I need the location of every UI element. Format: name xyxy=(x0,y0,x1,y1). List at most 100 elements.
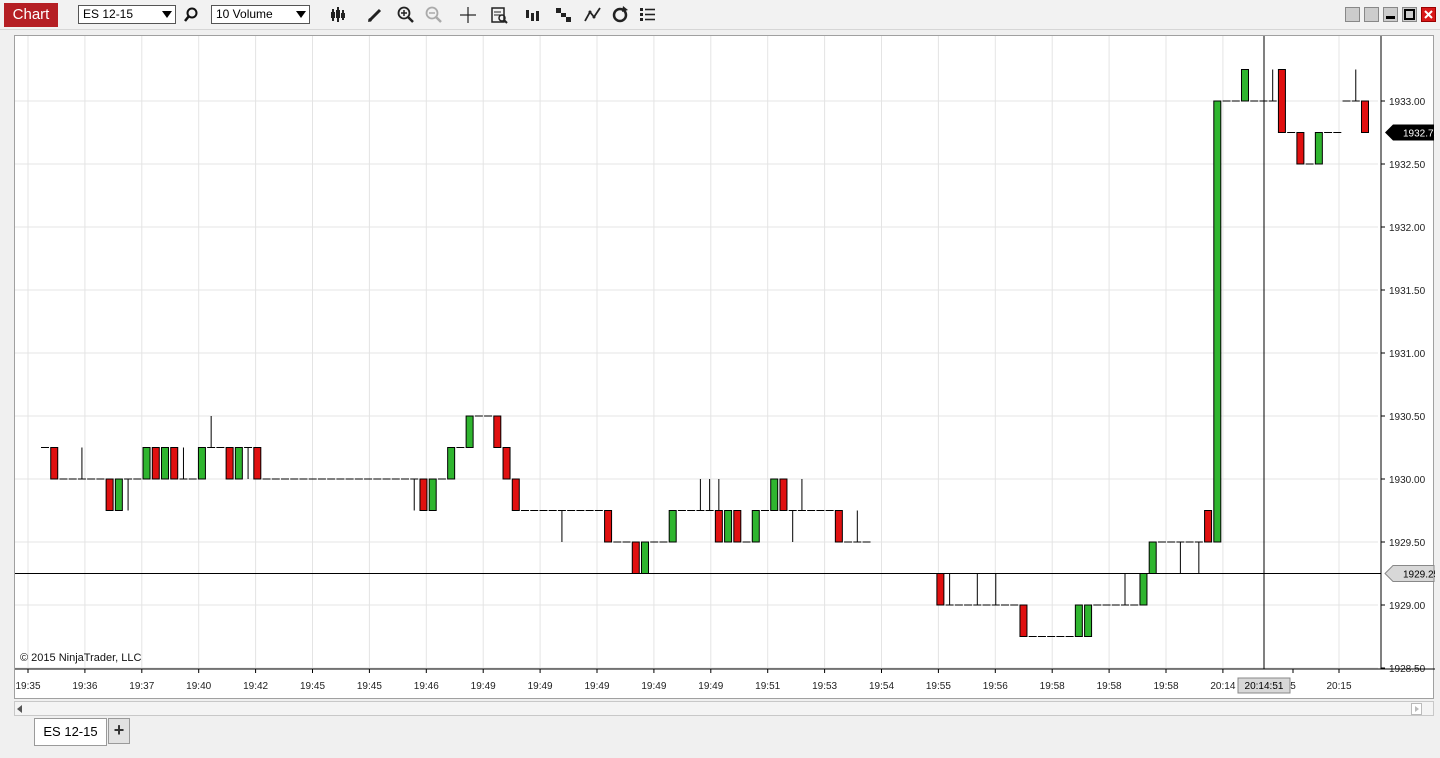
draw-pencil-icon[interactable] xyxy=(364,4,386,26)
candle xyxy=(1074,604,1083,637)
time-tick-label: 19:35 xyxy=(15,681,40,692)
candle xyxy=(179,447,188,480)
candle xyxy=(797,479,806,511)
price-chart-panel[interactable]: 1933.00 1932.50 1932.00 1931.50 1931.00 1930.… xyxy=(14,35,1435,700)
scroll-right-icon[interactable] xyxy=(1411,703,1422,715)
candle-body xyxy=(641,541,649,574)
candle-body xyxy=(511,478,520,511)
volume-bars-icon[interactable] xyxy=(522,4,544,26)
candle-body xyxy=(465,415,474,448)
scroll-left-icon[interactable] xyxy=(17,705,22,713)
time-tick-label: 19:45 xyxy=(357,681,382,692)
candle-body xyxy=(770,478,779,511)
time-tick-label: 19:40 xyxy=(186,681,211,692)
copyright-text: © 2015 NinjaTrader, LLC xyxy=(20,652,142,664)
indicators-icon[interactable] xyxy=(553,4,575,26)
candle xyxy=(668,510,677,543)
candle xyxy=(511,478,520,511)
candle-body xyxy=(151,447,160,480)
time-tick-label: 19:58 xyxy=(1097,681,1122,692)
candle-body xyxy=(428,478,437,511)
candle xyxy=(631,541,640,574)
candle xyxy=(50,447,59,480)
candle xyxy=(225,447,234,480)
candle xyxy=(114,478,123,511)
close-icon[interactable] xyxy=(1421,7,1436,22)
candle xyxy=(1296,132,1305,165)
maximize-icon[interactable] xyxy=(1402,7,1417,22)
candle xyxy=(428,478,437,511)
crosshair-icon[interactable] xyxy=(457,4,479,26)
price-tick-label: 1931.00 xyxy=(1389,349,1426,360)
chart-trader-icon[interactable] xyxy=(1364,7,1379,22)
candle xyxy=(207,416,216,448)
price-tick-label: 1929.50 xyxy=(1389,538,1426,549)
candle xyxy=(945,573,954,606)
time-tick-label: 19:49 xyxy=(471,681,496,692)
candle-body xyxy=(1148,541,1157,574)
candle xyxy=(197,447,206,480)
candle xyxy=(1213,100,1222,543)
candle xyxy=(714,479,723,543)
time-tick-label: 19:53 xyxy=(812,681,837,692)
candle xyxy=(770,478,779,511)
candle xyxy=(1361,100,1369,133)
time-tick-label: 19:36 xyxy=(72,681,97,692)
candle-body xyxy=(1019,604,1028,637)
time-tick-label: 19:54 xyxy=(869,681,894,692)
add-tab-button[interactable]: + xyxy=(108,718,130,744)
link-icon[interactable] xyxy=(1345,7,1360,22)
reload-icon[interactable] xyxy=(609,4,631,26)
data-box-icon[interactable] xyxy=(488,4,510,26)
zoom-in-icon[interactable] xyxy=(395,4,417,26)
candle xyxy=(973,573,982,606)
time-tick-label: 19:37 xyxy=(129,681,154,692)
chart-axes: 1933.00 1932.50 1932.00 1931.50 1931.00 1930.… xyxy=(15,36,1435,694)
candle-body xyxy=(161,447,169,480)
candle xyxy=(124,478,133,511)
candle xyxy=(696,479,705,511)
candle-body xyxy=(714,510,723,543)
interval-selector[interactable]: 10 Volume xyxy=(211,5,310,24)
candle xyxy=(170,447,179,480)
candle xyxy=(991,573,1000,606)
candle xyxy=(853,510,862,543)
candle xyxy=(1019,604,1028,637)
last-price-label: 1932.75 xyxy=(1403,129,1435,140)
price-chart[interactable]: 1933.00 1932.50 1932.00 1931.50 1931.00 1930.… xyxy=(15,36,1435,700)
candle-body xyxy=(105,478,114,511)
candle xyxy=(151,447,160,480)
time-tick-label: 19:49 xyxy=(528,681,553,692)
candle-body xyxy=(1361,100,1369,133)
candle xyxy=(161,447,169,480)
interval-value: 10 Volume xyxy=(216,7,273,21)
instrument-selector[interactable]: ES 12-15 xyxy=(78,5,176,24)
price-tick-label: 1931.50 xyxy=(1389,286,1426,297)
candle xyxy=(465,415,474,448)
time-tick-label: 19:55 xyxy=(926,681,951,692)
chart-app-badge[interactable]: Chart xyxy=(4,3,58,27)
candle-body xyxy=(225,447,234,480)
candle-body xyxy=(1084,604,1093,637)
candle-body xyxy=(733,510,742,543)
search-icon[interactable] xyxy=(180,4,202,26)
zoom-out-icon[interactable] xyxy=(423,4,445,26)
tab-es-12-15[interactable]: ES 12-15 xyxy=(34,718,107,746)
price-tick-label: 1930.50 xyxy=(1389,412,1426,423)
candle xyxy=(1121,573,1129,606)
properties-icon[interactable] xyxy=(637,4,659,26)
horizontal-scrollbar[interactable] xyxy=(14,701,1434,716)
candle xyxy=(1277,69,1286,133)
bar-type-icon[interactable] xyxy=(327,4,349,26)
candle-body xyxy=(170,447,179,480)
candle xyxy=(779,478,788,511)
time-tick-label: 20:15 xyxy=(1326,681,1351,692)
candle xyxy=(253,447,262,480)
time-tick-label: 5 xyxy=(1290,681,1296,692)
crosshair-time-marker: 20:14:51 xyxy=(1237,677,1291,694)
minimize-icon[interactable] xyxy=(1383,7,1398,22)
strategies-icon[interactable] xyxy=(582,4,604,26)
candle xyxy=(1084,604,1093,637)
candle-body xyxy=(779,478,788,511)
chart-window: Chart ES 12-15 10 Volume 1933.00 1932.50… xyxy=(0,0,1440,758)
